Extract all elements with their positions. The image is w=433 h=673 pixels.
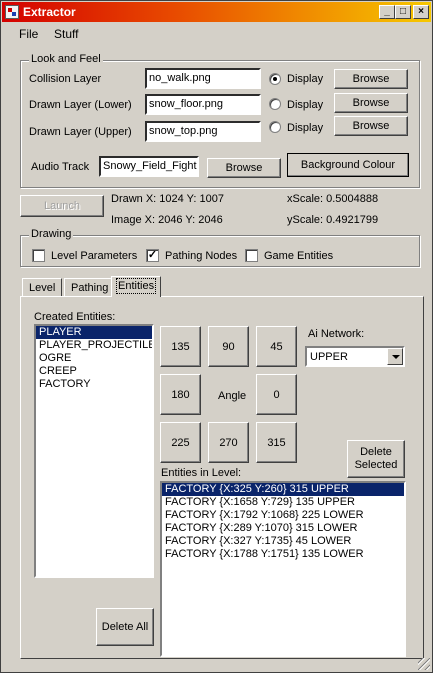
drawn-lower-display-label: Display	[287, 99, 324, 111]
background-colour-button[interactable]: Background Colour	[287, 153, 409, 177]
maximize-button[interactable]: □	[395, 5, 411, 19]
tab-pathing[interactable]: Pathing	[64, 278, 116, 297]
table-row[interactable]: FACTORY {X:327 Y:1735} 45 LOWER	[162, 535, 404, 548]
audio-browse-button[interactable]: Browse	[207, 158, 281, 178]
list-item[interactable]: PLAYER_PROJECTILE	[36, 339, 152, 352]
table-row[interactable]: FACTORY {X:1788 Y:1751} 135 LOWER	[162, 548, 404, 561]
angle-270-button[interactable]: 270	[208, 422, 249, 463]
angle-label: Angle	[218, 390, 247, 402]
game-entities-checkbox[interactable]	[245, 249, 258, 262]
drawn-lower-field[interactable]: snow_floor.png	[145, 94, 261, 115]
tab-level[interactable]: Level	[22, 278, 63, 297]
ai-network-select[interactable]: UPPER	[305, 346, 405, 367]
table-row[interactable]: FACTORY {X:1658 Y:729} 135 UPPER	[162, 496, 404, 509]
delete-selected-button[interactable]: Delete Selected	[347, 440, 405, 478]
drawn-upper-display-radio[interactable]	[269, 121, 281, 133]
delete-all-button[interactable]: Delete All	[96, 608, 154, 646]
pathing-nodes-label: Pathing Nodes	[165, 250, 238, 262]
collision-browse-button[interactable]: Browse	[334, 69, 408, 89]
extractor-window: Extractor _ □ × File Stuff Look and Feel…	[0, 0, 433, 673]
drawn-lower-display-radio[interactable]	[269, 98, 281, 110]
audio-track-label: Audio Track	[31, 161, 90, 173]
resize-grip-icon[interactable]	[418, 658, 430, 670]
list-item[interactable]: PLAYER	[36, 326, 152, 339]
created-entities-label: Created Entities:	[34, 311, 116, 323]
audio-track-field[interactable]: Snowy_Field_Fight	[99, 156, 199, 177]
created-entities-list[interactable]: PLAYER PLAYER_PROJECTILE OGRE CREEP FACT…	[34, 324, 154, 578]
list-item[interactable]: FACTORY	[36, 378, 152, 391]
collision-display-label: Display	[287, 73, 324, 85]
angle-90-button[interactable]: 90	[208, 326, 249, 367]
angle-315-button[interactable]: 315	[256, 422, 297, 463]
angle-135-button[interactable]: 135	[160, 326, 201, 367]
app-icon	[5, 5, 19, 19]
drawing-legend: Drawing	[29, 228, 74, 240]
angle-45-button[interactable]: 45	[256, 326, 297, 367]
collision-display-radio[interactable]	[269, 73, 281, 85]
x-scale: xScale: 0.5004888	[287, 193, 379, 205]
drawn-lower-label: Drawn Layer (Lower)	[29, 99, 132, 111]
table-row[interactable]: FACTORY {X:289 Y:1070} 315 LOWER	[162, 522, 404, 535]
level-parameters-checkbox[interactable]	[32, 249, 45, 262]
y-scale: yScale: 0.4921799	[287, 214, 379, 226]
entities-in-level-list[interactable]: FACTORY {X:325 Y:260} 315 UPPER FACTORY …	[160, 481, 406, 657]
title-bar[interactable]: Extractor _ □ ×	[2, 2, 431, 22]
menu-stuff[interactable]: Stuff	[54, 27, 78, 41]
angle-0-button[interactable]: 0	[256, 374, 297, 415]
drawn-lower-browse-button[interactable]: Browse	[334, 93, 408, 113]
game-entities-label: Game Entities	[264, 250, 334, 262]
minimize-button[interactable]: _	[379, 5, 395, 19]
drawn-upper-field[interactable]: snow_top.png	[145, 121, 261, 142]
ai-network-value: UPPER	[310, 351, 348, 363]
entities-in-level-label: Entities in Level:	[161, 467, 242, 479]
launch-button[interactable]: Launch	[20, 195, 104, 217]
tab-level-label: Level	[29, 282, 56, 294]
ai-network-label: Ai Network:	[308, 328, 365, 340]
look-and-feel-legend: Look and Feel	[29, 53, 103, 65]
tab-entities[interactable]: Entities	[111, 276, 162, 297]
table-row[interactable]: FACTORY {X:1792 Y:1068} 225 LOWER	[162, 509, 404, 522]
drawn-upper-browse-button[interactable]: Browse	[334, 116, 408, 136]
menu-bar: File Stuff	[2, 23, 431, 43]
tab-entities-label: Entities	[115, 278, 157, 294]
drawn-upper-display-label: Display	[287, 122, 324, 134]
pathing-nodes-checkbox[interactable]: ✓	[146, 249, 159, 262]
tab-pathing-label: Pathing	[71, 282, 109, 294]
close-button[interactable]: ×	[413, 5, 429, 19]
collision-layer-label: Collision Layer	[29, 73, 102, 85]
list-item[interactable]: OGRE	[36, 352, 152, 365]
window-title: Extractor	[23, 5, 76, 19]
angle-180-button[interactable]: 180	[160, 374, 201, 415]
drawn-coords: Drawn X: 1024 Y: 1007	[111, 193, 224, 205]
image-coords: Image X: 2046 Y: 2046	[111, 214, 223, 226]
level-parameters-label: Level Parameters	[51, 250, 138, 262]
list-item[interactable]: CREEP	[36, 365, 152, 378]
drawn-upper-label: Drawn Layer (Upper)	[29, 126, 132, 138]
chevron-down-icon[interactable]	[387, 348, 403, 365]
collision-layer-field[interactable]: no_walk.png	[145, 68, 261, 89]
table-row[interactable]: FACTORY {X:325 Y:260} 315 UPPER	[162, 483, 404, 496]
angle-225-button[interactable]: 225	[160, 422, 201, 463]
menu-file[interactable]: File	[19, 27, 38, 41]
